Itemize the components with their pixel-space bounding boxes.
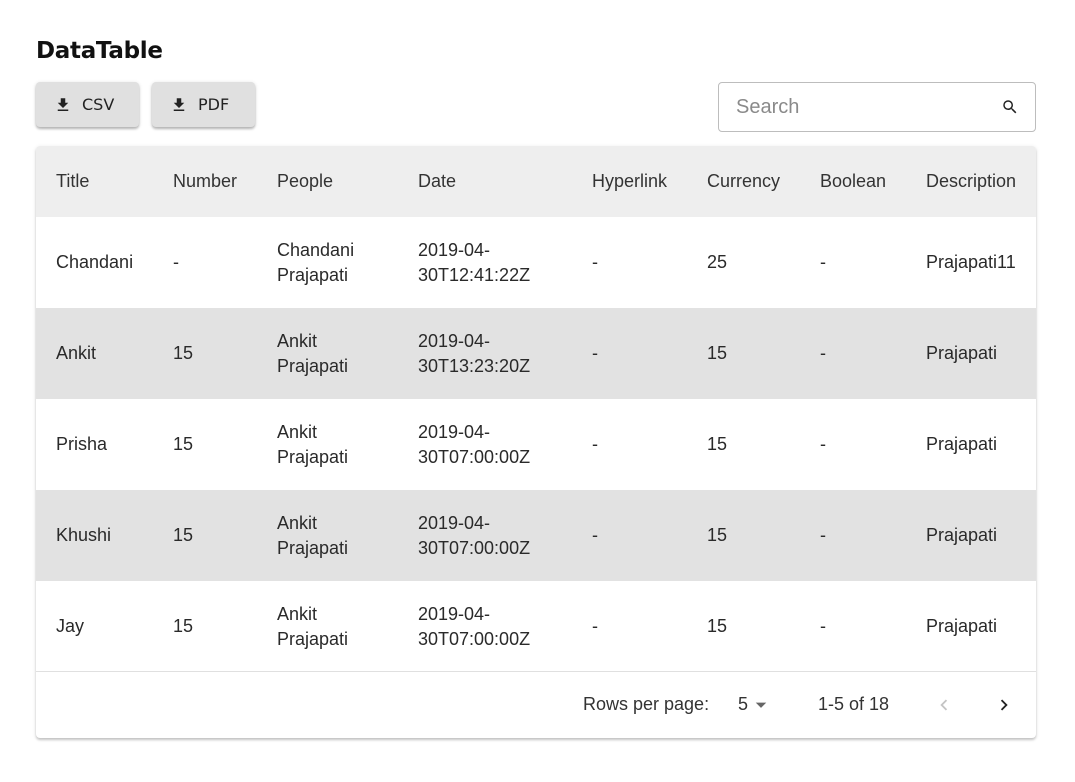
export-csv-button[interactable]: CSV	[36, 82, 139, 127]
cell-hyperlink: -	[592, 343, 598, 363]
cell-people: Ankit Prajapati	[257, 399, 398, 490]
table-row[interactable]: Khushi 15 Ankit Prajapati 2019-04- 30T07:0…	[36, 490, 1036, 581]
chevron-right-icon	[1000, 699, 1008, 711]
cell-currency: 15	[707, 343, 728, 363]
cell-date: 2019-04- 30T07:00:00Z	[398, 399, 572, 490]
people-first-name: Chandani	[277, 239, 355, 260]
people-last-name: Prajapati	[277, 355, 349, 376]
cell-number: 15	[173, 525, 194, 545]
cell-boolean: -	[820, 434, 826, 454]
table-row[interactable]: Prisha 15 Ankit Prajapati 2019-04- 30T07:0…	[36, 399, 1036, 490]
cell-hyperlink: -	[592, 252, 598, 272]
people-last-name: Prajapati	[277, 264, 349, 285]
cell-date: 2019-04- 30T12:41:22Z	[398, 217, 572, 308]
cell-date: 2019-04- 30T07:00:00Z	[398, 490, 572, 581]
cell-currency: 15	[707, 525, 728, 545]
table-row[interactable]: Ankit 15 Ankit Prajapati 2019-04- 30T13:23…	[36, 308, 1036, 399]
download-icon	[57, 97, 69, 111]
cell-title: Ankit	[56, 343, 97, 363]
people-last-name: Prajapati	[277, 446, 349, 467]
date-part-2: 30T07:00:00Z	[418, 537, 531, 558]
table-row[interactable]: Jay 15 Ankit Prajapati 2019-04- 30T07:00:0…	[36, 581, 1036, 672]
export-pdf-label: PDF	[198, 95, 230, 114]
people-first-name: Ankit	[277, 603, 318, 624]
cell-currency: 15	[707, 434, 728, 454]
cell-boolean: -	[820, 343, 826, 363]
cell-title: Jay	[56, 616, 85, 636]
page-title: DataTable	[36, 38, 163, 64]
people-first-name: Ankit	[277, 421, 318, 442]
search-input[interactable]	[736, 95, 1001, 119]
table-header-row: Title Number People Date Hyperlink Curre…	[36, 146, 1036, 217]
cell-currency: 25	[707, 252, 728, 272]
cell-people: Ankit Prajapati	[257, 308, 398, 399]
cell-boolean: -	[820, 525, 826, 545]
data-table: Title Number People Date Hyperlink Curre…	[36, 146, 1036, 738]
cell-description: Prajapati	[926, 525, 998, 545]
date-part-2: 30T12:41:22Z	[418, 264, 531, 285]
table-pagination: Rows per page: 5 1-5 of 18	[36, 671, 1036, 738]
column-header-people[interactable]: People	[257, 146, 398, 217]
cell-date: 2019-04- 30T07:00:00Z	[398, 581, 572, 672]
people-last-name: Prajapati	[277, 628, 349, 649]
cell-title: Chandani	[56, 252, 134, 272]
people-first-name: Ankit	[277, 512, 318, 533]
cell-hyperlink: -	[592, 616, 598, 636]
date-part-2: 30T07:00:00Z	[418, 628, 531, 649]
export-pdf-button[interactable]: PDF	[152, 82, 255, 127]
pagination-range: 1-5 of 18	[818, 694, 890, 714]
column-header-boolean[interactable]: Boolean	[800, 146, 906, 217]
cell-people: Ankit Prajapati	[257, 581, 398, 672]
cell-number: 15	[173, 616, 194, 636]
cell-number: 15	[173, 434, 194, 454]
table-row[interactable]: Chandani - Chandani Prajapati 2019-04- 30T…	[36, 217, 1036, 308]
cell-description: Prajapati	[926, 343, 998, 363]
search-icon[interactable]	[1001, 94, 1019, 120]
cell-date: 2019-04- 30T13:23:20Z	[398, 308, 572, 399]
download-icon	[173, 97, 185, 111]
date-part-2: 30T13:23:20Z	[418, 355, 531, 376]
column-header-description[interactable]: Description	[906, 146, 1036, 217]
cell-boolean: -	[820, 252, 826, 272]
cell-number: 15	[173, 343, 194, 363]
column-header-currency[interactable]: Currency	[687, 146, 800, 217]
cell-boolean: -	[820, 616, 826, 636]
cell-people: Chandani Prajapati	[257, 217, 398, 308]
column-header-number[interactable]: Number	[153, 146, 257, 217]
cell-hyperlink: -	[592, 434, 598, 454]
cell-description: Prajapati	[926, 616, 998, 636]
rows-per-page-value: 5	[738, 694, 749, 714]
previous-page-button[interactable]	[929, 690, 959, 720]
rows-per-page-select[interactable]: 5	[738, 694, 768, 715]
date-part-1: 2019-04-	[418, 603, 491, 624]
date-part-1: 2019-04-	[418, 421, 491, 442]
cell-description: Prajapati	[926, 434, 998, 454]
people-first-name: Ankit	[277, 330, 318, 351]
date-part-1: 2019-04-	[418, 239, 491, 260]
cell-title: Prisha	[56, 434, 108, 454]
cell-people: Ankit Prajapati	[257, 490, 398, 581]
next-page-button[interactable]	[989, 690, 1019, 720]
date-part-1: 2019-04-	[418, 330, 491, 351]
chevron-left-icon	[940, 699, 948, 711]
cell-number: -	[173, 252, 179, 272]
rows-per-page-label: Rows per page:	[583, 694, 710, 714]
export-csv-label: CSV	[82, 95, 115, 114]
cell-hyperlink: -	[592, 525, 598, 545]
search-box	[718, 82, 1036, 132]
column-header-title[interactable]: Title	[36, 146, 153, 217]
cell-title: Khushi	[56, 525, 112, 545]
cell-currency: 15	[707, 616, 728, 636]
cell-description: Prajapati11	[926, 252, 1016, 272]
date-part-2: 30T07:00:00Z	[418, 446, 531, 467]
column-header-hyperlink[interactable]: Hyperlink	[572, 146, 687, 217]
caret-down-icon	[755, 702, 767, 708]
people-last-name: Prajapati	[277, 537, 349, 558]
date-part-1: 2019-04-	[418, 512, 491, 533]
column-header-date[interactable]: Date	[398, 146, 572, 217]
